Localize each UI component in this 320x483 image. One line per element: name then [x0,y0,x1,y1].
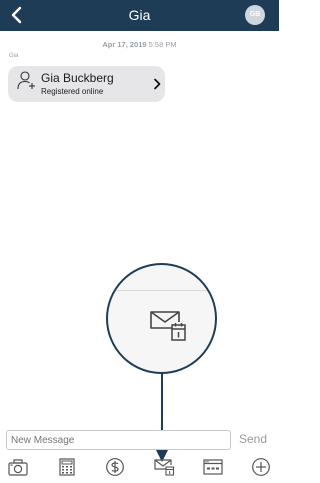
callout-divider [108,290,215,291]
message-timestamp: Apr 17, 2019 5:58 PM [0,40,279,49]
dollar-icon[interactable] [104,457,126,477]
person-add-icon [17,71,35,90]
envelope-calendar-icon [150,311,186,341]
message-time: 5:58 PM [148,40,177,49]
composer: Send [0,428,279,452]
chevron-right-icon [154,78,161,90]
attachment-toolbar [0,452,279,483]
page-title: Gia [128,7,151,23]
sender-label: Gia [9,53,19,59]
camera-icon[interactable] [7,457,29,477]
plus-icon[interactable] [250,457,272,477]
envelope-calendar-icon[interactable] [153,457,175,477]
send-button[interactable]: Send [239,432,267,446]
browser-window-icon[interactable] [202,457,224,477]
contact-card[interactable]: Gia Buckberg Registered online [8,66,165,102]
message-input[interactable] [6,430,231,450]
avatar[interactable]: GB [245,5,265,25]
navigation-bar: Gia GB [0,0,279,31]
contact-name: Gia Buckberg [41,71,114,85]
contact-status: Registered online [41,87,104,96]
message-date: Apr 17, 2019 [102,40,147,49]
calculator-icon[interactable] [56,457,78,477]
zoom-callout [106,263,217,374]
